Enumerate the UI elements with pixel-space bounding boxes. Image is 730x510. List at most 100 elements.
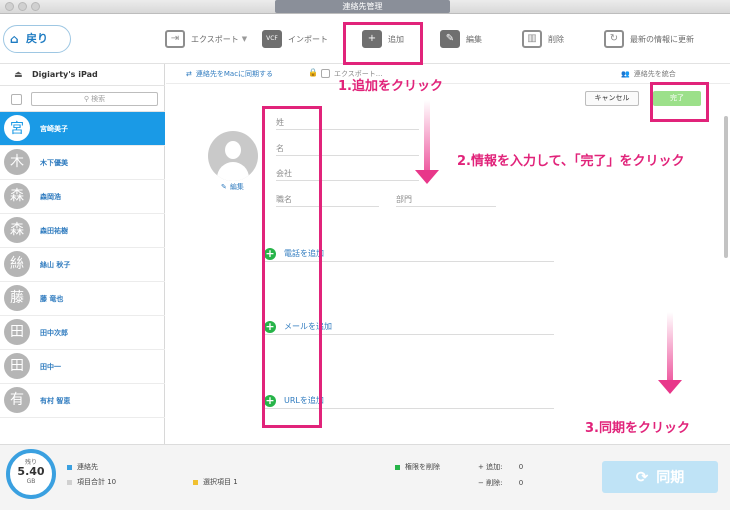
added-label: 追加: (486, 463, 503, 471)
legend-swatch (193, 479, 198, 485)
plus-icon: + (264, 320, 276, 333)
export-button[interactable]: ⇥ エクスポート ▼ (165, 28, 247, 50)
list-item[interactable]: 森 森岡浩 (0, 180, 165, 214)
zoom-window-button[interactable] (31, 2, 40, 11)
toolbar: ⌂ 戻り ⇥ エクスポート ▼ VCF インポート + 追加 ✎ 編集 ▥ 削除… (0, 14, 730, 64)
arrow-shaft (667, 312, 673, 382)
refresh-label: 最新の情報に更新 (630, 34, 694, 44)
list-item[interactable]: 田 田中一 (0, 350, 165, 384)
import-button[interactable]: VCF インポート (262, 28, 328, 50)
arrow-down-icon (415, 100, 439, 185)
edit-photo-label: 編集 (229, 183, 244, 191)
legend-swatch (67, 479, 72, 485)
edit-button[interactable]: ✎ 編集 (440, 28, 482, 50)
arrow-head (415, 170, 439, 184)
first-name-field[interactable]: 名 (276, 142, 419, 156)
avatar: 絲 (4, 251, 30, 277)
list-item[interactable]: 森 森田祐樹 (0, 214, 165, 248)
export-checkbox[interactable] (321, 69, 330, 78)
plus-icon: + (264, 394, 276, 407)
contact-list: 宮 宮崎美子 木 木下優美 森 森岡浩 森 森田祐樹 絲 絲山 秋子 藤 藤 竜… (0, 112, 165, 444)
merge-label: 連絡先を統合 (633, 70, 676, 78)
storage-unit: GB (26, 478, 36, 485)
job-title-field[interactable]: 職名 (276, 193, 379, 207)
avatar: 宮 (4, 115, 30, 141)
legend-delete-permission: 権限を削除 (395, 462, 440, 472)
legend-selected-items: 選択項目 1 (193, 477, 238, 487)
storage-value: 5.40 (17, 465, 45, 478)
search-row: ⚲ 検索 (0, 86, 165, 112)
delete-permission-label: 権限を削除 (405, 463, 440, 471)
list-item[interactable]: 田 田中次郎 (0, 316, 165, 350)
contact-name: 森田祐樹 (40, 227, 68, 235)
search-input[interactable]: ⚲ 検索 (31, 92, 158, 106)
avatar: 田 (4, 353, 30, 379)
contact-name: 森岡浩 (40, 193, 61, 201)
sync-button-label: 同期 (656, 470, 685, 486)
user-silhouette-icon (225, 141, 241, 159)
legend-total-items: 項目合計 10 (67, 477, 116, 487)
add-email-row[interactable]: + メールを追加 (264, 319, 554, 335)
edit-photo-link[interactable]: ✎ 編集 (221, 182, 244, 192)
legend-swatch (67, 464, 72, 470)
deleted-label: 削除: (486, 479, 503, 487)
annotation-step2: 2.情報を入力して、「完了」をクリック (457, 154, 685, 169)
list-item[interactable]: 絲 絲山 秋子 (0, 248, 165, 282)
export-icon: ⇥ (165, 30, 185, 48)
arrow-down-icon (658, 312, 682, 396)
add-email-label: メールを追加 (284, 322, 332, 331)
contact-name: 藤 竜也 (40, 295, 64, 303)
legend-contacts-label: 連絡先 (77, 463, 98, 471)
sync-icon: ⇄ (186, 70, 192, 78)
home-icon: ⌂ (10, 32, 19, 46)
import-label: インポート (288, 34, 328, 44)
avatar: 木 (4, 149, 30, 175)
items-total-label: 項目合計 10 (77, 478, 117, 486)
cancel-button[interactable]: キャンセル (585, 91, 639, 106)
sync-to-mac-label: 連絡先をMacに同期する (195, 70, 274, 78)
chevron-down-icon: ▼ (241, 35, 248, 43)
scrollbar-thumb[interactable] (724, 116, 728, 258)
refresh-button[interactable]: ↻ 最新の情報に更新 (604, 28, 694, 50)
avatar: 森 (4, 217, 30, 243)
avatar: 藤 (4, 285, 30, 311)
done-button[interactable]: 完了 (653, 91, 701, 106)
annotation-step1: 1.追加をクリック (338, 79, 443, 94)
list-item[interactable]: 木 木下優美 (0, 146, 165, 180)
add-phone-row[interactable]: + 電話を追加 (264, 246, 554, 262)
pencil-icon: ✎ (221, 183, 227, 191)
back-button[interactable]: ⌂ 戻り (3, 25, 71, 53)
department-field[interactable]: 部門 (396, 193, 496, 207)
add-url-row[interactable]: + URLを追加 (264, 393, 554, 409)
contact-name: 宮崎美子 (40, 125, 68, 133)
device-header[interactable]: ⏏ Digiarty's iPad (0, 64, 165, 86)
user-silhouette-body (217, 162, 249, 181)
select-all-checkbox[interactable] (11, 94, 22, 105)
sync-to-mac-link[interactable]: ⇄ 連絡先をMacに同期する (186, 64, 273, 84)
list-item[interactable]: 有 有村 智恵 (0, 384, 165, 418)
last-name-field[interactable]: 姓 (276, 116, 419, 130)
refresh-icon: ↻ (604, 30, 624, 48)
added-count: 0 (518, 463, 524, 471)
company-field[interactable]: 会社 (276, 167, 419, 181)
delete-label: 削除 (548, 34, 564, 44)
list-item[interactable]: 宮 宮崎美子 (0, 112, 165, 146)
contact-name: 有村 智恵 (40, 397, 71, 405)
edit-label: 編集 (466, 34, 482, 44)
delete-button[interactable]: ▥ 削除 (522, 28, 564, 50)
export-label: エクスポート (191, 34, 239, 44)
deleted-count: 0 (518, 479, 524, 487)
trash-icon: ▥ (522, 30, 542, 48)
legend-contacts: 連絡先 (67, 462, 98, 472)
contact-photo[interactable] (208, 131, 258, 181)
close-window-button[interactable] (5, 2, 14, 11)
eject-icon[interactable]: ⏏ (14, 64, 23, 86)
add-button[interactable]: + 追加 (362, 28, 404, 50)
sync-button[interactable]: ⟳ 同期 (602, 461, 718, 493)
minimize-window-button[interactable] (18, 2, 27, 11)
contact-editor: ⇄ 連絡先をMacに同期する 🔒 エクスポート... 👥 連絡先を統合 キャンセル … (166, 64, 730, 444)
legend-swatch (395, 464, 400, 470)
merge-contacts-link[interactable]: 👥 連絡先を統合 (621, 64, 676, 84)
list-item[interactable]: 藤 藤 竜也 (0, 282, 165, 316)
search-placeholder: 検索 (91, 95, 106, 103)
